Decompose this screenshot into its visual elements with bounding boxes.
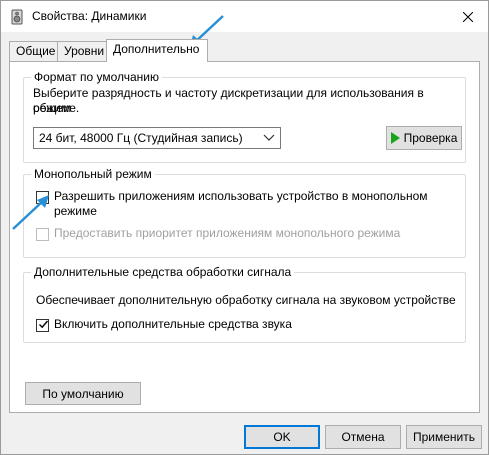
allow-exclusive-label-line2[interactable]: режиме xyxy=(54,204,97,219)
advanced-tab-panel: Формат по умолчанию Выберите разрядность… xyxy=(9,61,480,413)
tab-label: Дополнительно xyxy=(113,42,200,56)
tab-label: Общие xyxy=(16,44,56,58)
restore-defaults-button[interactable]: По умолчанию xyxy=(25,382,141,405)
annotation-arrow-icon xyxy=(12,195,49,230)
speaker-icon xyxy=(9,9,25,25)
cancel-button-label: Отмена xyxy=(341,430,385,444)
apply-button-label: Применить xyxy=(412,430,475,444)
window-title: Свойства: Динамики xyxy=(32,9,147,23)
default-format-group: Формат по умолчанию Выберите разрядность… xyxy=(23,70,466,163)
enable-enhancements-label[interactable]: Включить дополнительные средства звука xyxy=(54,317,292,332)
checkmark-icon xyxy=(39,320,49,329)
chevron-down-icon xyxy=(263,134,275,141)
format-description-line1: Выберите разрядность и частоту дискретиз… xyxy=(33,86,424,115)
signal-enhancements-title: Дополнительные средства обработки сигнал… xyxy=(31,265,295,279)
title-bar[interactable]: Свойства: Динамики xyxy=(1,1,488,32)
default-format-title: Формат по умолчанию xyxy=(31,70,162,84)
tab-levels[interactable]: Уровни xyxy=(57,41,107,61)
signal-enhancements-group: Дополнительные средства обработки сигнал… xyxy=(23,265,466,343)
test-button[interactable]: Проверка xyxy=(386,126,462,150)
cancel-button[interactable]: Отмена xyxy=(325,425,401,449)
format-dropdown[interactable]: 24 бит, 48000 Гц (Студийная запись) xyxy=(33,127,281,149)
exclusive-priority-label: Предоставить приоритет приложениям моноп… xyxy=(54,226,401,240)
format-dropdown-value: 24 бит, 48000 Гц (Студийная запись) xyxy=(39,131,243,145)
enhancements-description: Обеспечивает дополнительную обработку си… xyxy=(36,293,456,307)
restore-defaults-label: По умолчанию xyxy=(42,386,124,401)
format-description-line2: режиме. xyxy=(33,101,80,115)
exclusive-mode-title: Монопольный режим xyxy=(31,167,155,181)
close-button[interactable] xyxy=(456,6,480,28)
ok-button-label: OK xyxy=(273,430,291,444)
properties-dialog: Свойства: Динамики Общие Уровни Дополнит… xyxy=(0,0,489,455)
apply-button[interactable]: Применить xyxy=(406,425,482,449)
allow-exclusive-label-line1[interactable]: Разрешить приложениям использовать устро… xyxy=(54,189,428,204)
ok-button[interactable]: OK xyxy=(244,425,320,449)
enable-enhancements-checkbox[interactable] xyxy=(36,319,49,332)
tab-advanced[interactable]: Дополнительно xyxy=(106,39,208,62)
tab-general[interactable]: Общие xyxy=(9,41,58,61)
tab-label: Уровни xyxy=(64,44,105,58)
close-icon xyxy=(463,12,473,22)
test-button-label: Проверка xyxy=(403,131,458,145)
play-icon xyxy=(390,132,400,144)
exclusive-mode-group: Монопольный режим Разрешить приложениям … xyxy=(23,167,466,258)
